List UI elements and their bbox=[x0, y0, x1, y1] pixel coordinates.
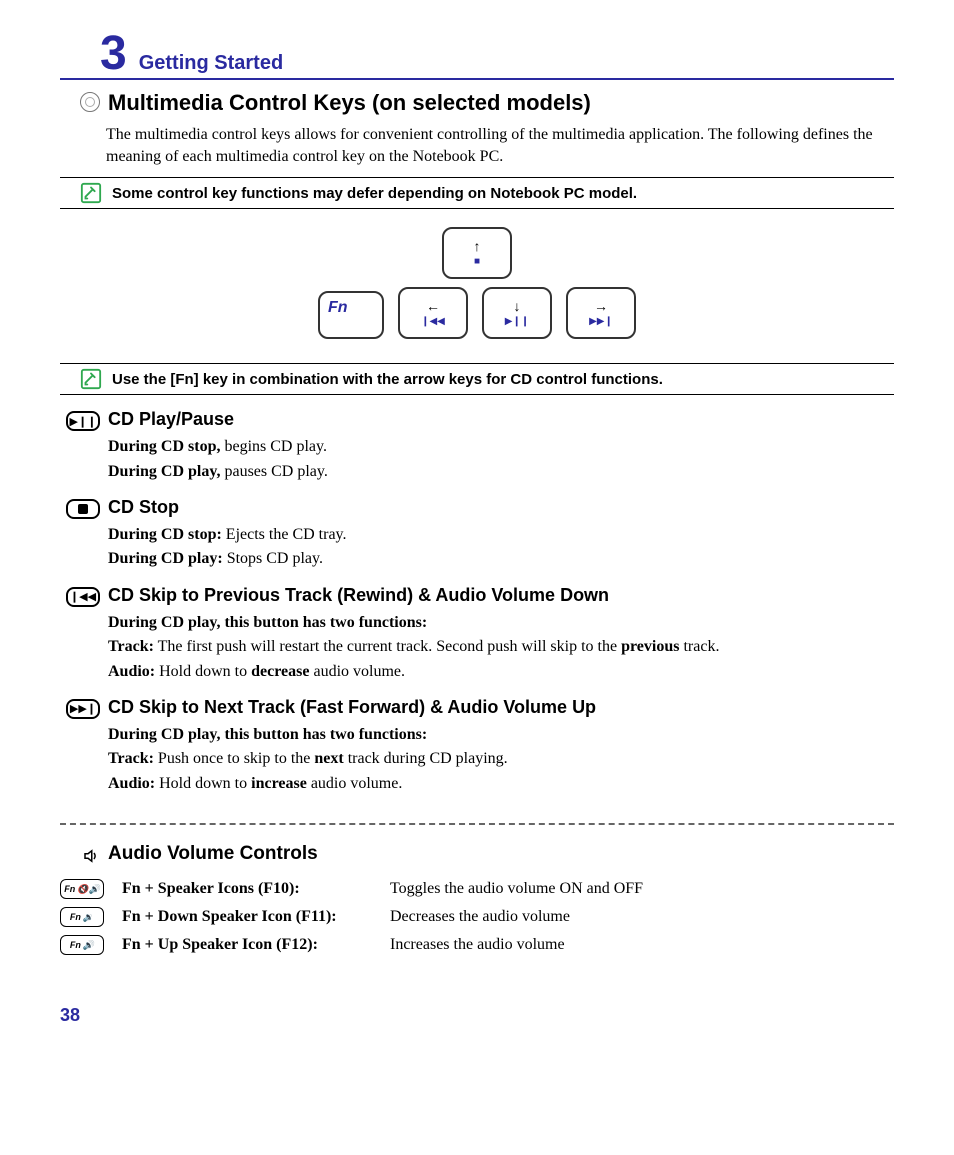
section-intro: The multimedia control keys allows for c… bbox=[106, 124, 894, 167]
divider bbox=[60, 823, 894, 825]
chapter-title: Getting Started bbox=[139, 52, 283, 75]
section-title: Multimedia Control Keys (on selected mod… bbox=[108, 90, 591, 116]
text: pauses CD play. bbox=[220, 463, 327, 480]
text: increase bbox=[251, 775, 307, 792]
text: Push once to skip to the bbox=[154, 750, 314, 767]
text: During CD play: bbox=[108, 550, 223, 567]
sub-title-stop: CD Stop bbox=[108, 497, 179, 518]
text: Audio: bbox=[108, 775, 155, 792]
audio-heading-row: Audio Volume Controls bbox=[60, 843, 894, 869]
subsection-prev: ❙◀◀ CD Skip to Previous Track (Rewind) &… bbox=[60, 585, 894, 610]
note-icon bbox=[80, 368, 102, 390]
vol-desc: Decreases the audio volume bbox=[390, 908, 570, 926]
prev-glyph-icon: ❙◀◀ bbox=[421, 317, 445, 327]
text: audio volume. bbox=[307, 775, 403, 792]
note-bar-1: Some control key functions may defer dep… bbox=[60, 177, 894, 209]
vol-label: Fn + Speaker Icons (F10): bbox=[122, 880, 372, 898]
speaker-icon bbox=[82, 847, 100, 865]
fn-f11-icon: Fn🔉 bbox=[60, 907, 104, 927]
subsection-stop: CD Stop bbox=[60, 497, 894, 522]
sub-body-prev: During CD play, this button has two func… bbox=[108, 612, 894, 683]
arrow-left-icon: ← bbox=[426, 299, 440, 313]
key-up: ↑ ■ bbox=[442, 227, 512, 279]
text: Audio: bbox=[108, 663, 155, 680]
subsection-next: ▶▶❙ CD Skip to Next Track (Fast Forward)… bbox=[60, 697, 894, 722]
page-number: 38 bbox=[60, 1005, 894, 1026]
next-glyph-icon: ▶▶❙ bbox=[589, 317, 613, 327]
text: Hold down to bbox=[155, 775, 251, 792]
text: During CD play, this button has two func… bbox=[108, 726, 427, 743]
audio-volume-table: Fn🔇🔊 Fn + Speaker Icons (F10): Toggles t… bbox=[60, 879, 894, 955]
text: Track: bbox=[108, 750, 154, 767]
sub-body-stop: During CD stop: Ejects the CD tray. Duri… bbox=[108, 524, 894, 571]
chapter-number: 3 bbox=[100, 30, 127, 78]
vol-row-f11: Fn🔉 Fn + Down Speaker Icon (F11): Decrea… bbox=[60, 907, 894, 927]
section-heading-row: Multimedia Control Keys (on selected mod… bbox=[60, 88, 894, 120]
playpause-glyph-icon: ▶❙❙ bbox=[505, 317, 529, 327]
key-left: ← ❙◀◀ bbox=[398, 287, 468, 339]
subsection-play: ▶❙❙ CD Play/Pause bbox=[60, 409, 894, 434]
key-fn: Fn bbox=[318, 291, 384, 339]
skip-next-icon: ▶▶❙ bbox=[66, 699, 100, 719]
note-icon bbox=[80, 182, 102, 204]
key-down: ↓ ▶❙❙ bbox=[482, 287, 552, 339]
text: The first push will restart the current … bbox=[154, 638, 621, 655]
arrow-down-icon: ↓ bbox=[514, 299, 521, 313]
key-right: → ▶▶❙ bbox=[566, 287, 636, 339]
vol-desc: Increases the audio volume bbox=[390, 936, 565, 954]
note-text-2: Use the [Fn] key in combination with the… bbox=[112, 371, 663, 388]
text: Stops CD play. bbox=[223, 550, 323, 567]
sub-title-next: CD Skip to Next Track (Fast Forward) & A… bbox=[108, 697, 596, 718]
text: audio volume. bbox=[309, 663, 405, 680]
skip-prev-icon: ❙◀◀ bbox=[66, 587, 100, 607]
text: next bbox=[314, 750, 343, 767]
text: During CD stop: bbox=[108, 526, 222, 543]
text: Track: bbox=[108, 638, 154, 655]
text: begins CD play. bbox=[220, 438, 327, 455]
key-diagram: ↑ ■ Fn ← ❙◀◀ ↓ ▶❙❙ → ▶▶❙ bbox=[60, 227, 894, 339]
text: During CD stop, bbox=[108, 438, 220, 455]
audio-title: Audio Volume Controls bbox=[108, 843, 318, 865]
chapter-header: 3 Getting Started bbox=[60, 30, 894, 80]
text: track. bbox=[679, 638, 719, 655]
text: Hold down to bbox=[155, 663, 251, 680]
vol-row-f12: Fn🔊 Fn + Up Speaker Icon (F12): Increase… bbox=[60, 935, 894, 955]
sub-title-prev: CD Skip to Previous Track (Rewind) & Aud… bbox=[108, 585, 609, 606]
arrow-right-icon: → bbox=[594, 299, 608, 313]
stop-glyph-icon: ■ bbox=[474, 257, 480, 267]
fn-f10-icon: Fn🔇🔊 bbox=[60, 879, 104, 899]
sub-body-next: During CD play, this button has two func… bbox=[108, 724, 894, 795]
note-bar-2: Use the [Fn] key in combination with the… bbox=[60, 363, 894, 395]
vol-row-f10: Fn🔇🔊 Fn + Speaker Icons (F10): Toggles t… bbox=[60, 879, 894, 899]
text: During CD play, bbox=[108, 463, 220, 480]
vol-label: Fn + Up Speaker Icon (F12): bbox=[122, 936, 372, 954]
text: Ejects the CD tray. bbox=[222, 526, 347, 543]
text: previous bbox=[621, 638, 679, 655]
text: During CD play, this button has two func… bbox=[108, 614, 427, 631]
sub-body-play: During CD stop, begins CD play. During C… bbox=[108, 436, 894, 483]
arrow-up-icon: ↑ bbox=[474, 239, 481, 253]
note-text-1: Some control key functions may defer dep… bbox=[112, 185, 637, 202]
play-pause-icon: ▶❙❙ bbox=[66, 411, 100, 431]
vol-label: Fn + Down Speaker Icon (F11): bbox=[122, 908, 372, 926]
text: decrease bbox=[251, 663, 309, 680]
stop-icon bbox=[66, 499, 100, 519]
text: track during CD playing. bbox=[344, 750, 508, 767]
disc-icon bbox=[80, 92, 100, 112]
vol-desc: Toggles the audio volume ON and OFF bbox=[390, 880, 643, 898]
sub-title-play: CD Play/Pause bbox=[108, 409, 234, 430]
fn-f12-icon: Fn🔊 bbox=[60, 935, 104, 955]
